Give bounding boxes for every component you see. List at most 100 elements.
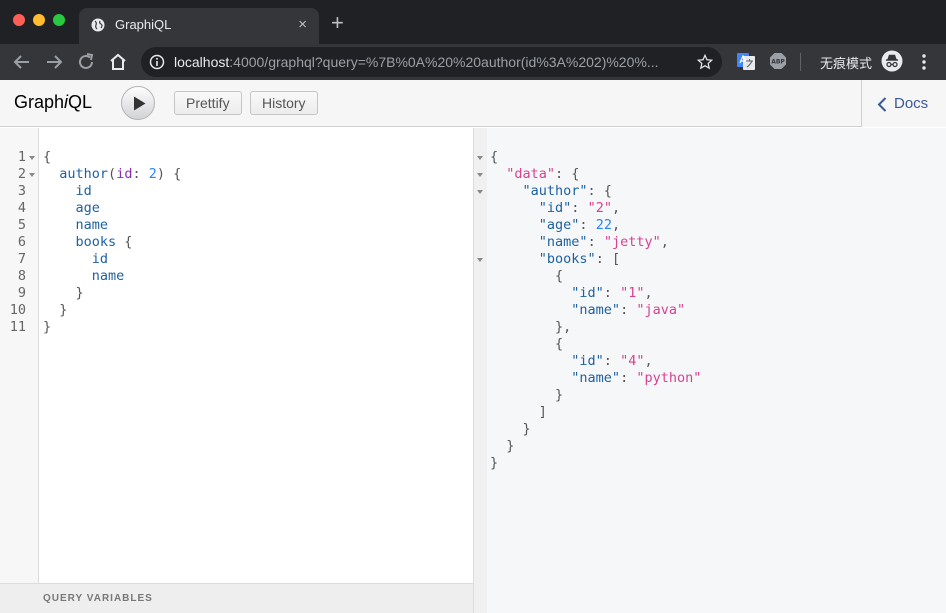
code-token: } xyxy=(43,302,68,318)
minimize-window-button[interactable] xyxy=(33,14,45,26)
fold-toggle-icon[interactable] xyxy=(477,156,483,160)
code-token: "data" xyxy=(506,166,556,182)
code-line: "name": "python" xyxy=(490,370,701,387)
code-line: } xyxy=(490,387,563,404)
code-line: { xyxy=(490,149,498,166)
code-token: : { xyxy=(555,166,580,182)
code-line: "data": { xyxy=(490,166,579,183)
line-number: 2 xyxy=(17,166,26,182)
code-token: } xyxy=(490,438,515,454)
code-token: : { xyxy=(587,183,612,199)
query-variables-bar[interactable]: QUERY VARIABLES xyxy=(0,583,473,613)
code-token: "id" xyxy=(571,285,604,301)
toolbar-separator xyxy=(800,53,801,71)
code-line: "author": { xyxy=(490,183,612,200)
code-token: : xyxy=(620,370,637,386)
abp-icon[interactable]: ABP xyxy=(769,52,787,70)
reload-icon[interactable] xyxy=(74,50,98,74)
code-token: : [ xyxy=(595,251,621,267)
url-host: localhost xyxy=(174,54,230,70)
history-button[interactable]: History xyxy=(250,91,318,115)
line-number: 9 xyxy=(17,285,26,301)
arrow-left-icon[interactable] xyxy=(10,50,34,74)
code-token: "name" xyxy=(571,302,621,318)
docs-button[interactable]: Docs xyxy=(861,80,946,127)
code-line: } xyxy=(43,285,84,302)
code-line: id xyxy=(43,251,108,268)
code-token: "author" xyxy=(522,183,588,199)
kebab-menu-icon[interactable] xyxy=(915,52,933,72)
code-token: age xyxy=(75,200,100,216)
code-token: { xyxy=(116,234,133,250)
tab-close-icon[interactable]: × xyxy=(298,16,307,34)
fold-toggle-icon[interactable] xyxy=(29,156,35,160)
arrow-right-icon[interactable] xyxy=(42,50,66,74)
code-token: 2 xyxy=(148,166,157,182)
code-token: { xyxy=(490,268,564,284)
code-token: "jetty" xyxy=(603,234,661,250)
new-tab-button[interactable]: + xyxy=(331,12,344,34)
google-translate-icon[interactable] xyxy=(737,52,755,70)
globe-icon xyxy=(91,18,105,32)
line-number: 6 xyxy=(17,234,26,250)
star-icon[interactable] xyxy=(696,53,714,71)
code-line: "id": "1", xyxy=(490,285,653,302)
execute-query-button[interactable] xyxy=(121,86,155,120)
code-line: books { xyxy=(43,234,133,251)
code-token: "name" xyxy=(571,370,621,386)
query-editor[interactable]: 1{2 author(id: 2) {3 id 4 age 5 name 6 book… xyxy=(0,128,473,583)
address-bar[interactable]: localhost:4000/graphql?query=%7B%0A%20%2… xyxy=(141,47,722,77)
code-token: name xyxy=(91,268,125,284)
line-number: 11 xyxy=(9,319,26,335)
line-number: 5 xyxy=(17,217,26,233)
code-token: "1" xyxy=(620,285,645,301)
code-token: { xyxy=(43,149,52,165)
logo-prefix: Graph xyxy=(14,92,65,112)
code-token: "books" xyxy=(538,251,596,267)
info-icon[interactable] xyxy=(149,54,165,70)
fold-toggle-icon[interactable] xyxy=(477,190,483,194)
close-window-button[interactable] xyxy=(13,14,25,26)
logo-suffix: QL xyxy=(68,92,93,112)
code-line: ] xyxy=(490,404,547,421)
incognito-label: 无痕模式 xyxy=(820,56,873,71)
code-line: } xyxy=(43,319,51,336)
code-line: name xyxy=(43,268,125,285)
code-line: }, xyxy=(490,319,571,336)
url-path: :4000/graphql?query=%7B%0A%20%20author(i… xyxy=(229,54,659,70)
code-line: "age": 22, xyxy=(490,217,620,234)
code-token: "id" xyxy=(571,353,604,369)
code-line: author(id: 2) { xyxy=(43,166,181,183)
fold-toggle-icon[interactable] xyxy=(477,258,483,262)
incognito-icon[interactable] xyxy=(881,50,903,72)
browser-tab[interactable]: GraphiQL × xyxy=(79,8,319,44)
code-token: , xyxy=(644,285,653,301)
editor-resize-divider[interactable] xyxy=(473,128,487,613)
line-number: 7 xyxy=(17,251,26,267)
line-number: 10 xyxy=(9,302,26,318)
query-variables-label: QUERY VARIABLES xyxy=(43,593,153,604)
fold-toggle-icon[interactable] xyxy=(477,173,483,177)
code-line: "name": "jetty", xyxy=(490,234,669,251)
maximize-window-button[interactable] xyxy=(53,14,65,26)
fold-toggle-icon[interactable] xyxy=(29,173,35,177)
code-line: "id": "4", xyxy=(490,353,652,370)
prettify-button[interactable]: Prettify xyxy=(174,91,242,115)
play-icon xyxy=(134,96,146,111)
line-number: 1 xyxy=(17,149,26,165)
code-token: id xyxy=(91,251,109,267)
code-token: : xyxy=(571,200,588,216)
code-line: id xyxy=(43,183,92,200)
home-icon[interactable] xyxy=(106,50,130,74)
